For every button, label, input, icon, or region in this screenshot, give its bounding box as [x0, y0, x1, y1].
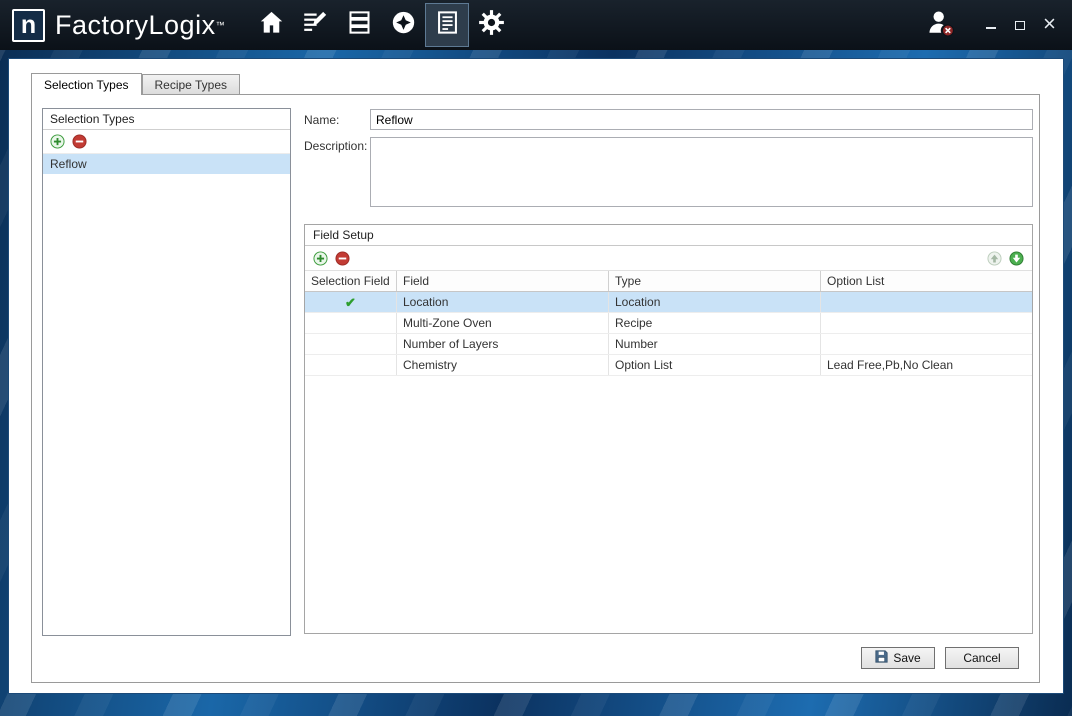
- add-field-button[interactable]: [313, 251, 328, 266]
- cell-selection-field: [305, 355, 397, 375]
- nav-home-button[interactable]: [249, 3, 293, 47]
- list-item-reflow[interactable]: Reflow: [43, 154, 290, 174]
- nav-reports-button[interactable]: [425, 3, 469, 47]
- name-label: Name:: [304, 113, 339, 127]
- cell-field: Chemistry: [397, 355, 609, 375]
- app-title: FactoryLogix™: [55, 10, 225, 41]
- titlebar-right: [925, 9, 1058, 41]
- nav-settings-button[interactable]: [469, 3, 513, 47]
- table-row[interactable]: Number of Layers Number: [305, 334, 1032, 355]
- cell-type: Location: [609, 292, 821, 312]
- close-button[interactable]: [1040, 17, 1058, 33]
- field-setup-toolbar: [305, 246, 1032, 271]
- app-window: n FactoryLogix™: [0, 0, 1072, 716]
- cell-option-list: Lead Free,Pb,No Clean: [821, 355, 1032, 375]
- tab-selection-types[interactable]: Selection Types: [31, 73, 142, 95]
- add-selection-type-button[interactable]: [50, 134, 65, 149]
- field-setup-group: Field Setup: [304, 224, 1033, 634]
- table-row[interactable]: Chemistry Option List Lead Free,Pb,No Cl…: [305, 355, 1032, 376]
- name-input[interactable]: [370, 109, 1033, 130]
- column-header-type[interactable]: Type: [609, 271, 821, 291]
- save-floppy-icon: [875, 650, 888, 666]
- nav-dispatch-button[interactable]: [381, 3, 425, 47]
- save-button-label: Save: [893, 651, 920, 665]
- checkmark-icon: ✔: [305, 292, 397, 312]
- selection-types-toolbar: [43, 130, 290, 154]
- cell-selection-field: [305, 313, 397, 333]
- selection-types-list: Selection Types Reflow: [42, 108, 291, 636]
- tab-recipe-types[interactable]: Recipe Types: [142, 74, 241, 94]
- maximize-icon: [1015, 21, 1025, 30]
- table-row[interactable]: Multi-Zone Oven Recipe: [305, 313, 1032, 334]
- table-row[interactable]: ✔ Location Location: [305, 292, 1032, 313]
- user-x-icon: [926, 8, 956, 43]
- tab-selection-types-label: Selection Types: [44, 78, 129, 92]
- column-header-option-list[interactable]: Option List: [821, 271, 1032, 291]
- save-button[interactable]: Save: [861, 647, 935, 669]
- nav-materials-button[interactable]: [337, 3, 381, 47]
- cell-field: Number of Layers: [397, 334, 609, 354]
- move-field-down-button[interactable]: [1009, 251, 1024, 266]
- cell-field: Location: [397, 292, 609, 312]
- tab-recipe-types-label: Recipe Types: [155, 78, 228, 92]
- logo-icon: n: [12, 9, 45, 42]
- remove-selection-type-button[interactable]: [72, 134, 87, 149]
- cell-type: Recipe: [609, 313, 821, 333]
- home-icon: [258, 9, 285, 41]
- nav-production-button[interactable]: [293, 3, 337, 47]
- main-nav: [249, 0, 513, 50]
- stack-icon: [346, 9, 373, 41]
- cell-type: Number: [609, 334, 821, 354]
- minimize-button[interactable]: [982, 17, 1000, 33]
- cancel-button-label: Cancel: [963, 651, 1000, 665]
- close-icon: [1044, 16, 1055, 34]
- list-pencil-icon: [302, 9, 329, 41]
- cell-option-list: [821, 334, 1032, 354]
- trademark-symbol: ™: [216, 20, 226, 30]
- description-label: Description:: [304, 139, 367, 153]
- cell-field: Multi-Zone Oven: [397, 313, 609, 333]
- titlebar: n FactoryLogix™: [0, 0, 1072, 50]
- cell-type: Option List: [609, 355, 821, 375]
- user-logout-button[interactable]: [925, 9, 957, 41]
- maximize-button[interactable]: [1011, 17, 1029, 33]
- move-field-up-button[interactable]: [987, 251, 1002, 266]
- logo-letter: n: [21, 11, 36, 40]
- main-content: Selection Types Recipe Types Selection T…: [8, 58, 1064, 694]
- tabstrip: Selection Types Recipe Types: [31, 73, 240, 95]
- app-logo: n FactoryLogix™: [0, 9, 225, 42]
- selection-types-panel: Selection Types Reflow Name: Description…: [31, 94, 1040, 683]
- selection-types-list-header: Selection Types: [43, 109, 290, 130]
- document-icon: [434, 9, 461, 41]
- field-setup-header: Field Setup: [305, 225, 1032, 246]
- gear-icon: [478, 9, 505, 41]
- compass-icon: [390, 9, 417, 41]
- field-table-header: Selection Field Field Type Option List: [305, 271, 1032, 292]
- cell-selection-field: [305, 334, 397, 354]
- minimize-icon: [986, 27, 996, 29]
- description-input[interactable]: [370, 137, 1033, 207]
- column-header-selection-field[interactable]: Selection Field: [305, 271, 397, 291]
- column-header-field[interactable]: Field: [397, 271, 609, 291]
- cancel-button[interactable]: Cancel: [945, 647, 1019, 669]
- cell-option-list: [821, 292, 1032, 312]
- remove-field-button[interactable]: [335, 251, 350, 266]
- cell-option-list: [821, 313, 1032, 333]
